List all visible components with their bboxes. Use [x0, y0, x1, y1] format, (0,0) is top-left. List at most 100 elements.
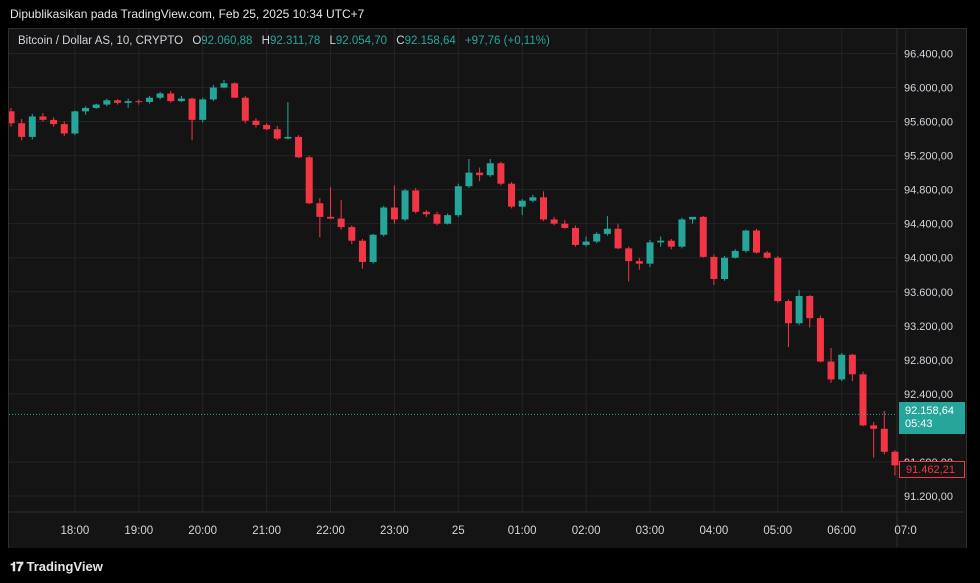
candle-body: [241, 97, 249, 121]
candle-body: [71, 111, 79, 134]
candlestick-chart[interactable]: 91.200,0091.600,0092.400,0092.800,0093.2…: [9, 29, 964, 547]
candle-body: [689, 216, 697, 220]
bar-countdown: 05:43: [905, 418, 933, 430]
candle-body: [220, 83, 228, 88]
candle-body: [358, 240, 366, 262]
x-tick-label: 01:00: [508, 525, 537, 537]
candle-body: [9, 111, 15, 124]
candle-body: [135, 101, 143, 103]
x-tick-label: 19:00: [124, 525, 153, 537]
candle-body: [550, 219, 558, 224]
candle-body: [699, 216, 707, 257]
candle-body: [571, 227, 579, 245]
open-label: O: [192, 35, 202, 47]
candle-body: [667, 240, 675, 247]
candle-body: [880, 428, 888, 452]
brand-name: TradingView: [26, 559, 103, 574]
candle-body: [870, 425, 878, 429]
candle-body: [721, 257, 729, 279]
candle-body: [838, 354, 846, 380]
symbol-legend: Bitcoin / Dollar AS, 10, CRYPTO O92.060,…: [18, 35, 550, 47]
candle-body: [465, 172, 473, 187]
x-tick-label: 02:00: [572, 525, 601, 537]
y-tick-label: 93.200,00: [904, 321, 953, 333]
candle-body: [816, 318, 824, 362]
candle-body: [231, 83, 239, 98]
candle-body: [390, 207, 398, 220]
y-tick-label: 92.400,00: [904, 389, 953, 401]
candle-body: [92, 104, 100, 108]
y-tick-label: 95.200,00: [904, 151, 953, 163]
candle-body: [252, 120, 260, 125]
candle-body: [848, 354, 856, 375]
candle-body: [412, 190, 420, 212]
x-tick-label: 20:00: [188, 525, 217, 537]
candle-body: [731, 250, 739, 258]
candle-body: [753, 230, 760, 253]
candle-body: [657, 240, 665, 243]
x-tick-label: 04:00: [700, 525, 729, 537]
tradingview-logo[interactable]: 𝟏𝟕 TradingView: [10, 559, 103, 575]
footer-bar: 𝟏𝟕 TradingView: [0, 548, 980, 583]
candle-body: [167, 93, 175, 102]
candle-body: [561, 223, 569, 228]
candle-body: [795, 296, 803, 324]
candle-body: [859, 374, 867, 426]
candle-body: [209, 87, 217, 100]
last-price-value: 92.158,64: [905, 405, 954, 417]
candle-body: [28, 116, 36, 137]
last-price-tag: 92.158,64 05:43: [899, 402, 965, 434]
candle-body: [348, 227, 356, 241]
candle-body: [454, 186, 462, 216]
candle-body: [784, 301, 792, 324]
candle-body: [508, 183, 516, 207]
open-value: 92.060,88: [201, 35, 253, 47]
candle-body: [635, 261, 643, 264]
x-tick-label: 22:00: [316, 525, 345, 537]
candle-body: [529, 197, 537, 201]
high-value: 92.311,78: [269, 35, 321, 47]
x-tick-label: 25: [452, 525, 465, 537]
x-tick-label: 21:00: [252, 525, 281, 537]
candle-body: [593, 233, 601, 242]
candle-body: [827, 361, 835, 380]
candle-body: [327, 216, 334, 219]
candle-body: [316, 203, 324, 217]
candle-body: [806, 296, 814, 319]
candle-body: [678, 219, 686, 247]
change-value: +97,76 (+0,11%): [464, 35, 550, 47]
candle-body: [60, 124, 68, 134]
y-tick-label: 95.600,00: [904, 117, 953, 129]
candle-body: [603, 228, 611, 234]
y-tick-label: 93.600,00: [904, 287, 953, 299]
candle-body: [518, 200, 526, 207]
y-tick-label: 91.200,00: [904, 491, 953, 503]
candle-body: [177, 98, 185, 102]
candle-body: [625, 248, 633, 262]
candle-body: [156, 93, 164, 98]
candle-body: [188, 98, 196, 120]
candle-body: [50, 119, 58, 125]
x-tick-label: 05:00: [763, 525, 792, 537]
candle-body: [199, 99, 207, 120]
candle-body: [582, 241, 590, 245]
candle-body: [145, 97, 153, 102]
low-value: 92.054,70: [335, 35, 388, 47]
candle-body: [476, 172, 484, 176]
candle-body: [422, 211, 430, 215]
candle-body: [710, 256, 718, 279]
candle-body: [39, 116, 47, 120]
candle-body: [433, 214, 441, 224]
high-label: H: [261, 35, 270, 47]
candle-body: [369, 234, 377, 262]
candle-body: [380, 207, 388, 235]
candle-body: [444, 215, 452, 224]
symbol-title[interactable]: Bitcoin / Dollar AS, 10, CRYPTO: [18, 35, 183, 47]
candle-body: [305, 157, 313, 204]
candle-body: [774, 257, 782, 302]
candle-body: [763, 252, 771, 258]
close-label: C: [396, 35, 405, 47]
y-tick-label: 94.000,00: [904, 253, 953, 265]
candle-body: [337, 218, 345, 228]
candle-body: [82, 107, 90, 112]
